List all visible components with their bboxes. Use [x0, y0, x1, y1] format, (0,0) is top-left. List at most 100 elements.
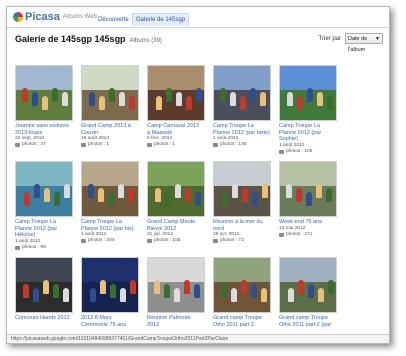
album-card[interactable]: Camp Troupe La Planne 2012 (par bixie) 1 a… [213, 65, 271, 148]
album-card[interactable]: Camp Carnaval 2013 à Maaseik 9 févr. 2013 p… [147, 65, 205, 148]
album-card[interactable]: Grand Camp 2013 à Couvin 15 août 2013 photo… [81, 65, 139, 148]
photo-figure [53, 284, 59, 298]
album-card[interactable]: Camp Troupe La Planne 2012 (par Sophie) 1 … [279, 65, 337, 155]
camera-icon [81, 143, 86, 147]
photo-figure [130, 280, 136, 294]
album-thumbnail[interactable] [279, 257, 337, 313]
album-photo-count: photos : 145 [213, 142, 271, 148]
album-title-line: Cérémonie 75 ans [81, 321, 126, 328]
dropdown-arrow-icon: ▼ [375, 36, 380, 42]
photo-figure [230, 92, 236, 106]
photo-figure [42, 96, 48, 110]
camera-icon [81, 239, 86, 243]
sort-dropdown[interactable]: Date de l'album ▼ [345, 33, 383, 53]
album-card[interactable]: Grand camp Troupe Otho 2011 part 2 [213, 257, 271, 328]
album-title-link[interactable]: Grand camp Troupe Otho 2011 part 2 [213, 315, 271, 328]
photo-figure [119, 92, 125, 106]
photo-figure [166, 88, 172, 102]
album-thumbnail[interactable] [15, 257, 73, 313]
album-title-link[interactable]: Camp Troupe La Planne 2012 (par Sophie) [279, 123, 337, 143]
album-thumbnail[interactable] [147, 257, 205, 313]
album-title-line: Otho 2011 part 2 (par [279, 321, 332, 328]
thumbnail-background [148, 66, 204, 91]
album-photo-count: photos : 106 [279, 149, 337, 155]
camera-icon [213, 143, 218, 147]
tab-galerie[interactable]: Galerie de 145sgp [132, 13, 190, 26]
photo-figure [231, 288, 237, 302]
album-thumbnail[interactable] [279, 65, 337, 121]
album-title-link[interactable]: Grand Camp Meute Bièvre 2012 [147, 219, 205, 232]
top-navigation-bar: Picasa Albums Web Découverte Galerie de … [7, 7, 389, 28]
photo-figure [54, 192, 60, 206]
album-title-link[interactable]: Réunion à la mer du nord [213, 219, 271, 232]
camera-icon [279, 149, 284, 154]
photo-figure [89, 92, 95, 106]
album-card[interactable]: Journée sans voitures 2013-loups 22 sept. … [15, 65, 73, 148]
photo-figure [88, 184, 94, 198]
album-card[interactable]: 2012 8 Mars Cérémonie 75 ans [81, 257, 139, 328]
album-thumbnail[interactable] [15, 65, 73, 121]
albums-count: Albums (39) [129, 38, 162, 44]
album-card[interactable]: Week-end 75 ans 13 mai 2012 photos : 271 [279, 161, 337, 238]
album-title-link[interactable]: Grand Camp 2013 à Couvin [81, 123, 139, 136]
photo-figure [185, 188, 191, 202]
album-title-link[interactable]: Camp Troupe La Planne 2012 (par Héloïse) [15, 219, 73, 239]
album-title-link[interactable]: Concours Hands 2012 [15, 315, 73, 322]
photo-figure [154, 280, 160, 294]
album-thumbnail[interactable] [147, 65, 205, 121]
photo-figure [260, 92, 266, 106]
photo-figure [33, 288, 39, 302]
photo-figure [240, 96, 246, 110]
album-title-link[interactable]: Camp Troupe La Planne 2012 (par bis) [81, 219, 139, 232]
camera-icon [15, 245, 20, 250]
photo-figure [288, 288, 294, 302]
album-title-line: Planne 2012 (par Héloïse) [15, 225, 58, 239]
photo-figure [194, 284, 200, 298]
album-title-line: Journée sans voitures [15, 123, 69, 129]
thumbnail-background [214, 66, 270, 91]
photo-count-text: photos : 1 [154, 142, 176, 147]
photo-figure [44, 188, 50, 202]
thumbnail-background [16, 66, 72, 91]
album-thumbnail[interactable] [81, 257, 139, 313]
album-thumbnail[interactable] [213, 257, 271, 313]
picasa-logo[interactable]: Picasa Albums Web [13, 11, 97, 23]
album-title-line: Concours Hands 2012 [15, 315, 70, 321]
photo-figure [262, 184, 268, 198]
album-title-link[interactable]: 2012 8 Mars Cérémonie 75 ans [81, 315, 139, 328]
album-card[interactable]: Réunion à la mer du nord 28 avr. 2012 photo… [213, 161, 271, 244]
photo-figure [195, 192, 201, 206]
album-title-link[interactable]: Grand camp Troupe Otho 2011 part 2 (par [279, 315, 337, 328]
album-thumbnail[interactable] [147, 161, 205, 217]
album-thumbnail[interactable] [81, 65, 139, 121]
album-card[interactable]: Camp Troupe La Planne 2012 (par bis) 1 aoû… [81, 161, 139, 244]
album-title-link[interactable]: Camp Troupe La Planne 2012 (par bixie) [213, 123, 271, 136]
album-title-line: Camp Carnaval 2013 [147, 123, 199, 129]
photo-figure [22, 88, 28, 102]
album-thumbnail[interactable] [279, 161, 337, 217]
photo-figure [62, 92, 68, 106]
album-card[interactable]: Concours Hands 2012 [15, 257, 73, 322]
photo-figure [109, 88, 115, 102]
album-thumbnail[interactable] [15, 161, 73, 217]
album-title-link[interactable]: Camp Carnaval 2013 à Maaseik [147, 123, 205, 136]
album-thumbnail[interactable] [81, 161, 139, 217]
album-title-link[interactable]: Réunion Patinoire 2012 [147, 315, 205, 328]
album-card[interactable]: Grand Camp Meute Bièvre 2012 31 juil. 2012… [147, 161, 205, 244]
album-photo-count: photos : 271 [279, 232, 337, 238]
album-thumbnail[interactable] [213, 65, 271, 121]
tab-decouverte[interactable]: Découverte [95, 14, 132, 26]
photo-figure [308, 284, 314, 298]
album-title-link[interactable]: Journée sans voitures 2013-loups [15, 123, 73, 136]
album-card[interactable]: Grand camp Troupe Otho 2011 part 2 (par [279, 257, 337, 328]
photo-figure [34, 184, 40, 198]
sort-selected-value: Date de l'album [348, 36, 368, 53]
album-thumbnail[interactable] [213, 161, 271, 217]
photo-figure [155, 188, 161, 202]
camera-icon [213, 239, 218, 243]
logo-text: Picasa [25, 11, 60, 23]
photo-figure [165, 192, 171, 206]
album-card[interactable]: Camp Troupe La Planne 2012 (par Héloïse) 1… [15, 161, 73, 251]
album-card[interactable]: Réunion Patinoire 2012 [147, 257, 205, 328]
photo-count-text: photos : 145 [220, 142, 247, 147]
